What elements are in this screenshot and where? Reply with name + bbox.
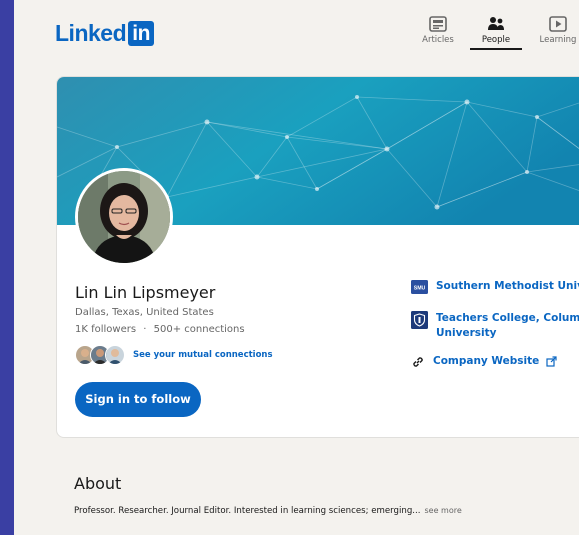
mutual-connections-link[interactable]: See your mutual connections: [133, 350, 273, 360]
logo-badge: in: [128, 20, 155, 46]
about-heading: About: [74, 474, 122, 493]
about-text: Professor. Researcher. Journal Editor. I…: [74, 506, 421, 516]
link-icon: [413, 357, 423, 367]
education-label-smu: Southern Methodist Unive: [436, 280, 579, 292]
nav-item-learning[interactable]: Learning: [532, 16, 579, 45]
followers-count: 1K followers: [75, 324, 137, 335]
external-link-icon: [546, 356, 557, 367]
nav-label-articles: Articles: [422, 35, 454, 45]
learning-icon: [549, 16, 567, 32]
education-label-line2: University: [436, 327, 497, 339]
smu-logo-icon: SMU: [411, 280, 428, 294]
mutual-avatar: [105, 345, 125, 365]
education-item-smu[interactable]: SMU Southern Methodist Unive: [411, 280, 579, 294]
page: Linked in Articles People Learning Lin L…: [14, 0, 579, 535]
education-label-line1: Teachers College, Columbi: [436, 312, 579, 324]
avatar: [75, 168, 173, 266]
nav-item-articles[interactable]: Articles: [412, 16, 464, 45]
company-website-label: Company Website: [433, 355, 540, 367]
mutual-connections[interactable]: See your mutual connections: [75, 345, 273, 365]
education-item-teachers-college[interactable]: Teachers College, Columbi University: [411, 311, 579, 341]
profile-photo: [78, 171, 170, 263]
see-more-link[interactable]: see more: [425, 506, 462, 515]
articles-icon: [429, 16, 447, 32]
mutual-avatars: [75, 345, 125, 365]
profile-name: Lin Lin Lipsmeyer: [75, 283, 216, 302]
sign-in-to-follow-button[interactable]: Sign in to follow: [75, 382, 201, 417]
nav-item-people[interactable]: People: [470, 16, 522, 50]
people-icon: [488, 17, 504, 30]
teachers-college-shield-icon: [411, 311, 428, 329]
connections-count: 500+ connections: [153, 324, 245, 335]
nav-label-learning: Learning: [539, 35, 577, 45]
stats-separator: ·: [143, 324, 147, 335]
profile-stats: 1K followers · 500+ connections: [75, 324, 245, 335]
smu-badge-text: SMU: [414, 286, 426, 292]
company-website-link[interactable]: Company Website: [411, 355, 557, 369]
linkedin-logo[interactable]: Linked in: [55, 19, 155, 46]
profile-card: Lin Lin Lipsmeyer Dallas, Texas, United …: [56, 76, 579, 438]
top-nav: Linked in Articles People Learning: [14, 0, 579, 60]
about-summary: Professor. Researcher. Journal Editor. I…: [74, 506, 462, 516]
nav-label-people: People: [481, 35, 511, 45]
logo-text: Linked: [55, 19, 127, 46]
education-label-teachers-college: Teachers College, Columbi University: [436, 311, 579, 341]
profile-location: Dallas, Texas, United States: [75, 307, 214, 318]
